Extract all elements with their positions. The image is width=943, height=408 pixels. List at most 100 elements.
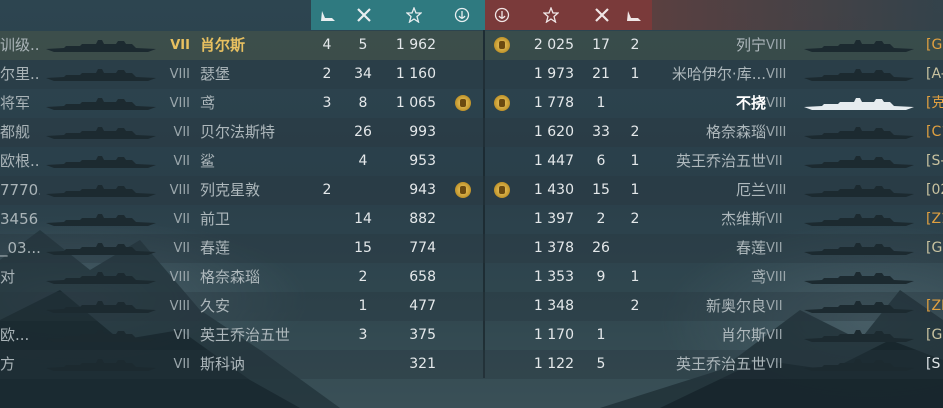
table-row[interactable]: 都舰 VII 贝尔法斯特 26 993 1 620 33 2 格奈森瑙VIII [C1 (0, 118, 943, 147)
table-row[interactable]: 方 VII 斯科讷 321 1 122 5 英王乔治五世 VII [S (0, 350, 943, 379)
table-row[interactable]: 对 VIII 格奈森瑙 2 658 1 353 9 1 鸢 VIII (0, 263, 943, 292)
ship-silhouette-icon (804, 359, 914, 371)
crossed-swords-icon[interactable] (354, 5, 374, 25)
ship-silhouette-icon (804, 272, 914, 284)
base-xp-value: 993 (409, 124, 436, 140)
ship-name: 春莲 (200, 239, 231, 257)
player-name: 尔里... (0, 65, 40, 83)
planes-destroyed-value: 4 (322, 37, 332, 53)
planes-destroyed-value (316, 350, 338, 379)
player-name: 都舰 (0, 123, 31, 141)
ship-name: 鸢 (750, 268, 766, 286)
planes-destroyed-value (316, 263, 338, 292)
ship-tier: VIII (766, 270, 787, 285)
table-row[interactable]: 欧...VII英王乔治五世33751 1701肖尔斯VII[GI (0, 321, 943, 350)
table-row[interactable]: _03...VII春莲157741 37826春莲VII[GI (0, 234, 943, 263)
anchor-medal-icon (455, 182, 471, 198)
base-xp-value: 477 (409, 298, 436, 314)
base-xp-value: 1 973 (533, 66, 574, 82)
planes-destroyed-value (316, 292, 338, 321)
kills-value: 4 (358, 153, 368, 169)
wake-icon[interactable] (624, 5, 644, 25)
player-name: 方 (0, 355, 16, 373)
base-xp-value: 1 065 (395, 95, 436, 111)
table-row[interactable]: 7770...VIII列克星敦29431 430151厄兰VIII[02 (0, 176, 943, 205)
clan-tag: [GI (926, 327, 943, 343)
kills-value: 5 (596, 356, 606, 372)
ship-silhouette-icon (46, 272, 156, 284)
base-xp-value: 1 447 (533, 153, 574, 169)
kills-value: 8 (358, 95, 368, 111)
ship-tier: VII (766, 154, 783, 169)
player-name: 欧根... (0, 152, 40, 170)
ship-name: 英王乔治五世 (675, 355, 766, 373)
kills-value: 26 (592, 240, 610, 256)
ship-tier: VII (766, 212, 783, 227)
ship-silhouette-icon (46, 98, 156, 110)
ship-tier: VII (173, 212, 190, 227)
ship-name: 前卫 (200, 210, 231, 228)
table-row[interactable]: 将军 VIII 鸢 3 8 1 065 1 778 1 不挠 VIII [克 (0, 89, 943, 118)
clan-tag: [ZI (926, 298, 943, 314)
kills-value (348, 350, 378, 379)
planes-destroyed-value: 2 (322, 182, 332, 198)
table-row[interactable]: 尔里... VIII 瑟堡 2 34 1 160 1 973 21 1 米哈伊尔·库... VIII… (0, 60, 943, 89)
player-name: 训级... (0, 36, 40, 54)
kills-value: 14 (354, 211, 372, 227)
base-xp-value: 774 (409, 240, 436, 256)
player-name: 7770... (0, 181, 40, 199)
ship-silhouette-icon (46, 359, 156, 371)
base-xp-value: 1 397 (533, 211, 574, 227)
base-xp-value: 2 025 (533, 37, 574, 53)
table-row[interactable]: 欧根...VII鲨49531 44761英王乔治五世VII[S- (0, 147, 943, 176)
ship-tier: VII (766, 299, 783, 314)
star-icon[interactable] (541, 5, 561, 25)
base-xp-value: 1 348 (533, 298, 574, 314)
planes-destroyed-value (316, 321, 338, 350)
planes-destroyed-value (316, 147, 338, 176)
ship-silhouette-icon (46, 40, 156, 52)
anchor-medal-icon[interactable] (452, 5, 472, 25)
planes-destroyed-value (624, 321, 646, 350)
crossed-swords-icon[interactable] (592, 5, 612, 25)
table-row[interactable]: 训级... VII 肖尔斯 4 5 1 962 2 025 17 2 列宁VIII [GI (0, 31, 943, 60)
planes-destroyed-value (316, 205, 338, 234)
base-xp-value: 658 (409, 269, 436, 285)
ship-name: 格奈森瑙 (705, 123, 766, 141)
base-xp-value: 1 160 (395, 66, 436, 82)
kills-value: 5 (358, 37, 368, 53)
base-xp-value: 953 (409, 153, 436, 169)
kills-value: 15 (354, 240, 372, 256)
ship-name: 格奈森瑙 (200, 268, 261, 286)
wake-icon[interactable] (318, 5, 338, 25)
ship-name: 肖尔斯 (200, 36, 246, 54)
ship-name: 不挠 (735, 94, 766, 112)
anchor-medal-icon (494, 182, 510, 198)
planes-destroyed-value: 1 (630, 182, 640, 198)
planes-destroyed-value: 2 (630, 124, 640, 140)
kills-value: 26 (354, 124, 372, 140)
planes-destroyed-value: 2 (322, 66, 332, 82)
ship-name: 鲨 (200, 152, 216, 170)
anchor-medal-icon (455, 95, 471, 111)
ship-silhouette-icon (804, 127, 914, 139)
kills-value: 2 (596, 211, 606, 227)
table-row[interactable]: VIII 久安 1 477 1 348 2 新奥尔良VII [ZI (0, 292, 943, 321)
ship-silhouette-icon (804, 330, 914, 342)
planes-destroyed-value (624, 89, 646, 118)
planes-destroyed-value: 2 (630, 298, 640, 314)
ship-silhouette-icon (804, 156, 914, 168)
planes-destroyed-value (316, 118, 338, 147)
ship-silhouette-icon (804, 214, 914, 226)
base-xp-value: 1 430 (533, 182, 574, 198)
base-xp-value: 1 778 (533, 95, 574, 111)
header-right-fade (652, 0, 943, 30)
kills-value (348, 176, 378, 205)
ship-tier: VII (170, 38, 190, 53)
ship-tier: VIII (169, 67, 190, 82)
star-icon[interactable] (404, 5, 424, 25)
table-row[interactable]: 3456VII前卫148821 39722杰维斯VII[Z1 (0, 205, 943, 234)
ship-silhouette-icon (46, 330, 156, 342)
anchor-medal-icon[interactable] (492, 5, 512, 25)
kills-value: 6 (596, 153, 606, 169)
